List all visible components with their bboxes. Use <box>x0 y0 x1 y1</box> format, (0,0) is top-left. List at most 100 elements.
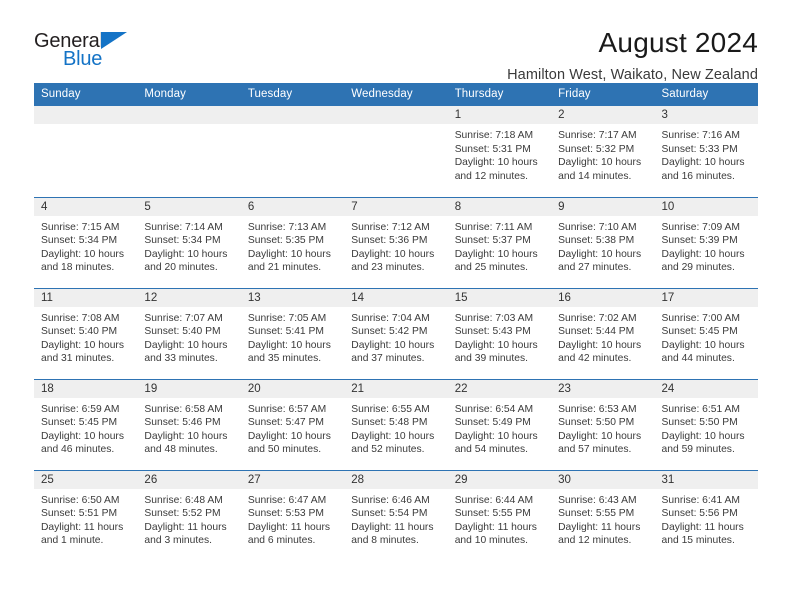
calendar-day-cell[interactable]: 21 Sunrise: 6:55 AM Sunset: 5:48 PM Dayligh… <box>344 378 448 470</box>
sunset-text: Sunset: 5:41 PM <box>247 326 324 338</box>
page-subtitle: Hamilton West, Waikato, New Zealand <box>507 67 758 84</box>
day-details: Sunrise: 7:05 AM Sunset: 5:41 PM Daylight:… <box>241 307 344 366</box>
sunrise-text: Sunrise: 6:54 AM <box>454 403 534 415</box>
day-details: Sunrise: 7:18 AM Sunset: 5:31 PM Daylight:… <box>448 124 551 183</box>
daylight-text-line1: Daylight: 11 hours <box>661 521 744 533</box>
day-number: 24 <box>654 379 758 398</box>
day-number: 19 <box>137 379 241 398</box>
calendar-day-cell[interactable]: 17 Sunrise: 7:00 AM Sunset: 5:45 PM Dayligh… <box>654 287 758 379</box>
calendar-day-cell[interactable]: 29 Sunrise: 6:44 AM Sunset: 5:55 PM Dayligh… <box>447 469 552 561</box>
calendar-day-cell[interactable]: 15 Sunrise: 7:03 AM Sunset: 5:43 PM Dayligh… <box>447 287 552 379</box>
calendar-day-cell-empty <box>137 106 241 197</box>
daylight-text-line2: and 16 minutes. <box>661 170 735 182</box>
day-details: Sunrise: 7:10 AM Sunset: 5:38 PM Daylight:… <box>551 216 654 275</box>
calendar-day-cell[interactable]: 14 Sunrise: 7:04 AM Sunset: 5:42 PM Dayligh… <box>344 287 448 379</box>
day-details: Sunrise: 7:08 AM Sunset: 5:40 PM Daylight:… <box>34 307 137 366</box>
calendar-day-cell[interactable]: 13 Sunrise: 7:05 AM Sunset: 5:41 PM Dayligh… <box>240 287 345 379</box>
day-number <box>240 106 345 124</box>
calendar-day-cell[interactable]: 2 Sunrise: 7:17 AM Sunset: 5:32 PM Daylight… <box>551 106 655 197</box>
daylight-text-line2: and 50 minutes. <box>247 444 322 456</box>
triangle-icon <box>101 32 127 49</box>
calendar-week-row: 11 Sunrise: 7:08 AM Sunset: 5:40 PM Dayligh… <box>34 287 758 379</box>
sunset-text: Sunset: 5:46 PM <box>144 417 221 429</box>
daylight-text-line2: and 25 minutes. <box>454 262 528 274</box>
sunrise-text: Sunrise: 7:10 AM <box>558 221 637 233</box>
calendar-day-cell[interactable]: 20 Sunrise: 6:57 AM Sunset: 5:47 PM Dayligh… <box>240 378 345 470</box>
day-number: 9 <box>551 197 655 216</box>
daylight-text-line1: Daylight: 10 hours <box>144 339 228 351</box>
calendar-day-cell[interactable]: 28 Sunrise: 6:46 AM Sunset: 5:54 PM Dayligh… <box>344 469 448 561</box>
daylight-text-line1: Daylight: 10 hours <box>351 248 435 260</box>
daylight-text-line1: Daylight: 10 hours <box>247 248 331 260</box>
weekday-header-wednesday: Wednesday <box>344 83 448 106</box>
sunrise-text: Sunrise: 6:58 AM <box>144 403 223 415</box>
calendar-day-cell[interactable]: 10 Sunrise: 7:09 AM Sunset: 5:39 PM Dayligh… <box>654 196 758 288</box>
weekday-header-saturday: Saturday <box>654 83 758 106</box>
day-number: 6 <box>240 197 345 216</box>
daylight-text-line2: and 12 minutes. <box>454 170 528 182</box>
sunset-text: Sunset: 5:50 PM <box>558 417 635 429</box>
sunrise-text: Sunrise: 6:57 AM <box>247 403 327 415</box>
sunrise-text: Sunrise: 7:17 AM <box>558 130 637 141</box>
sunset-text: Sunset: 5:40 PM <box>144 326 221 338</box>
sunrise-text: Sunrise: 7:15 AM <box>41 221 120 233</box>
day-number: 22 <box>447 379 552 398</box>
daylight-text-line1: Daylight: 10 hours <box>247 339 331 351</box>
calendar-day-cell[interactable]: 1 Sunrise: 7:18 AM Sunset: 5:31 PM Daylight… <box>447 106 552 197</box>
sunrise-text: Sunrise: 7:05 AM <box>247 312 327 324</box>
calendar-day-cell[interactable]: 3 Sunrise: 7:16 AM Sunset: 5:33 PM Daylight… <box>654 106 758 197</box>
calendar-day-cell[interactable]: 8 Sunrise: 7:11 AM Sunset: 5:37 PM Daylight… <box>447 196 552 288</box>
title-block: August 2024 Hamilton West, Waikato, New … <box>164 28 758 84</box>
daylight-text-line2: and 57 minutes. <box>558 444 632 456</box>
day-number: 16 <box>551 288 655 307</box>
day-number <box>137 106 241 124</box>
daylight-text-line2: and 46 minutes. <box>41 444 115 456</box>
sunset-text: Sunset: 5:52 PM <box>144 508 221 520</box>
calendar-day-cell[interactable]: 9 Sunrise: 7:10 AM Sunset: 5:38 PM Daylight… <box>551 196 655 288</box>
daylight-text-line2: and 54 minutes. <box>454 444 528 456</box>
daylight-text-line1: Daylight: 11 hours <box>558 521 641 533</box>
page-header: General Blue August 2024 Hamilton West, … <box>34 0 758 84</box>
calendar-day-cell[interactable]: 31 Sunrise: 6:41 AM Sunset: 5:56 PM Dayligh… <box>654 469 758 561</box>
calendar-day-cell[interactable]: 22 Sunrise: 6:54 AM Sunset: 5:49 PM Dayligh… <box>447 378 552 470</box>
calendar-body: 1 Sunrise: 7:18 AM Sunset: 5:31 PM Daylight… <box>34 106 758 561</box>
daylight-text-line1: Daylight: 10 hours <box>41 430 124 442</box>
daylight-text-line2: and 48 minutes. <box>144 444 218 456</box>
sunrise-text: Sunrise: 6:46 AM <box>351 494 430 506</box>
daylight-text-line1: Daylight: 11 hours <box>454 521 537 533</box>
calendar-day-cell[interactable]: 23 Sunrise: 6:53 AM Sunset: 5:50 PM Dayligh… <box>551 378 655 470</box>
sunrise-text: Sunrise: 7:02 AM <box>558 312 637 324</box>
calendar-day-cell[interactable]: 18 Sunrise: 6:59 AM Sunset: 5:45 PM Dayligh… <box>34 378 138 470</box>
calendar-day-cell[interactable]: 19 Sunrise: 6:58 AM Sunset: 5:46 PM Dayligh… <box>137 378 241 470</box>
calendar-day-cell[interactable]: 24 Sunrise: 6:51 AM Sunset: 5:50 PM Dayligh… <box>654 378 758 470</box>
calendar-day-cell[interactable]: 27 Sunrise: 6:47 AM Sunset: 5:53 PM Dayligh… <box>240 469 345 561</box>
calendar-day-cell[interactable]: 25 Sunrise: 6:50 AM Sunset: 5:51 PM Dayligh… <box>34 469 138 561</box>
general-blue-logo[interactable]: General Blue <box>34 28 164 74</box>
calendar-day-cell[interactable]: 12 Sunrise: 7:07 AM Sunset: 5:40 PM Dayligh… <box>137 287 241 379</box>
daylight-text-line1: Daylight: 10 hours <box>454 157 538 169</box>
day-number: 8 <box>447 197 552 216</box>
day-details: Sunrise: 6:46 AM Sunset: 5:54 PM Daylight:… <box>344 489 447 548</box>
calendar-day-cell[interactable]: 30 Sunrise: 6:43 AM Sunset: 5:55 PM Dayligh… <box>551 469 655 561</box>
day-details: Sunrise: 7:17 AM Sunset: 5:32 PM Daylight:… <box>551 124 654 183</box>
sunrise-text: Sunrise: 7:07 AM <box>144 312 223 324</box>
calendar-day-cell[interactable]: 5 Sunrise: 7:14 AM Sunset: 5:34 PM Daylight… <box>137 196 241 288</box>
calendar-day-cell[interactable]: 7 Sunrise: 7:12 AM Sunset: 5:36 PM Daylight… <box>344 196 448 288</box>
day-details: Sunrise: 6:50 AM Sunset: 5:51 PM Daylight:… <box>34 489 137 548</box>
sunset-text: Sunset: 5:39 PM <box>661 235 738 247</box>
day-details: Sunrise: 7:15 AM Sunset: 5:34 PM Daylight:… <box>34 216 137 275</box>
daylight-text-line2: and 15 minutes. <box>661 535 735 547</box>
daylight-text-line2: and 20 minutes. <box>144 262 218 274</box>
sunset-text: Sunset: 5:44 PM <box>558 326 635 338</box>
day-details: Sunrise: 7:04 AM Sunset: 5:42 PM Daylight:… <box>344 307 447 366</box>
daylight-text-line1: Daylight: 10 hours <box>247 430 331 442</box>
calendar-day-cell[interactable]: 26 Sunrise: 6:48 AM Sunset: 5:52 PM Dayligh… <box>137 469 241 561</box>
sunset-text: Sunset: 5:32 PM <box>558 143 635 155</box>
sunset-text: Sunset: 5:37 PM <box>454 235 531 247</box>
calendar-day-cell[interactable]: 4 Sunrise: 7:15 AM Sunset: 5:34 PM Daylight… <box>34 196 138 288</box>
calendar-day-cell[interactable]: 16 Sunrise: 7:02 AM Sunset: 5:44 PM Dayligh… <box>551 287 655 379</box>
sunset-text: Sunset: 5:55 PM <box>454 508 531 520</box>
calendar-day-cell[interactable]: 6 Sunrise: 7:13 AM Sunset: 5:35 PM Daylight… <box>240 196 345 288</box>
calendar-day-cell[interactable]: 11 Sunrise: 7:08 AM Sunset: 5:40 PM Dayligh… <box>34 287 138 379</box>
sunrise-text: Sunrise: 7:14 AM <box>144 221 223 233</box>
